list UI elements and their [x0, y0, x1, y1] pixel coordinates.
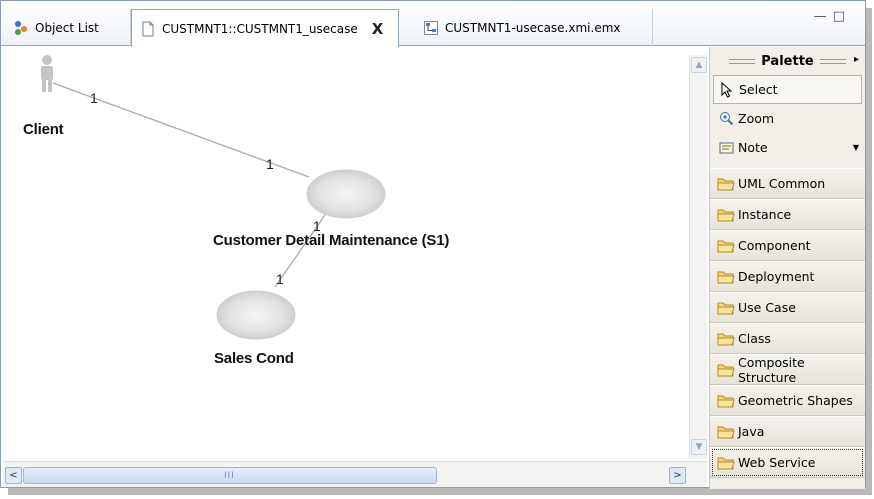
palette-grip-left [729, 58, 756, 64]
usecase-customer-detail-ellipse [306, 169, 386, 219]
palette-drawer-deployment[interactable]: Deployment [710, 261, 865, 292]
scroll-down-icon[interactable]: ▼ [691, 439, 707, 455]
tab-custmnt1-usecase[interactable]: CUSTMNT1::CUSTMNT1_usecase X [131, 9, 399, 47]
tab-label: Object List [35, 20, 99, 35]
scroll-up-icon[interactable]: ▲ [691, 57, 707, 73]
vertical-scrollbar[interactable]: ▲ ▼ [689, 55, 707, 459]
tab-usecase-xmi[interactable]: CUSTMNT1-usecase.xmi.emx [413, 9, 653, 46]
palette-title: Palette [761, 53, 814, 69]
folder-icon [717, 177, 735, 191]
scroll-grip: III [224, 471, 235, 481]
usecase-customer-detail-label: Customer Detail Maintenance (S1) [213, 232, 450, 249]
folder-icon [717, 456, 735, 470]
horizontal-scrollbar[interactable]: < III > [3, 461, 707, 487]
folder-icon [717, 301, 735, 315]
palette-drawer-geometric-shapes[interactable]: Geometric Shapes [710, 385, 865, 416]
object-list-icon [13, 20, 29, 36]
palette-header[interactable]: Palette ▸ [710, 47, 865, 75]
palette-drawer-composite-structure[interactable]: Composite Structure [710, 354, 865, 385]
usecase-sales-cond-label: Sales Cond [214, 350, 294, 367]
chevron-down-icon[interactable]: ▼ [853, 143, 859, 152]
folder-icon [717, 332, 735, 346]
close-tab-icon[interactable]: X [372, 20, 384, 38]
multiplicity-label: 1 [313, 218, 321, 234]
tool-label: Select [739, 82, 778, 97]
palette-drawer-component[interactable]: Component [710, 230, 865, 261]
arrow-cursor-icon [719, 81, 735, 98]
diagram-canvas[interactable]: Client Customer Detail Maintenance (S1) … [3, 47, 689, 459]
palette: Palette ▸ Select Zoom Note ▼ UML Common … [709, 47, 865, 489]
scroll-left-icon[interactable]: < [5, 467, 22, 484]
drawer-label: Use Case [738, 300, 796, 315]
palette-drawer-uml-common[interactable]: UML Common [710, 168, 865, 199]
actor-client-label: Client [23, 121, 64, 138]
drawer-label: UML Common [738, 176, 826, 191]
model-file-icon [423, 20, 439, 36]
palette-drawer-use-case[interactable]: Use Case [710, 292, 865, 323]
diagram-drawing [41, 55, 386, 340]
note-icon [718, 140, 734, 156]
window-controls: —□ [814, 9, 851, 24]
palette-drawer-java[interactable]: Java [710, 416, 865, 447]
multiplicity-label: 1 [276, 271, 284, 287]
diagram-file-icon [140, 21, 156, 37]
drawer-label: Component [738, 238, 811, 253]
scroll-right-icon[interactable]: > [669, 467, 686, 484]
maximize-icon[interactable]: □ [833, 9, 851, 24]
palette-drawer-class[interactable]: Class [710, 323, 865, 354]
drawer-label: Instance [738, 207, 792, 222]
editor-frame: Object List CUSTMNT1::CUSTMNT1_usecase X [0, 0, 866, 489]
folder-icon [717, 239, 735, 253]
usecase-sales-cond-ellipse [216, 290, 296, 340]
minimize-icon[interactable]: — [814, 9, 833, 24]
folder-icon [717, 363, 735, 377]
folder-icon [717, 270, 735, 284]
folder-icon [717, 208, 735, 222]
tab-label: CUSTMNT1::CUSTMNT1_usecase [162, 21, 358, 36]
palette-tool-select[interactable]: Select [713, 75, 862, 104]
drawer-label: Composite Structure [738, 354, 805, 385]
tool-label: Zoom [738, 111, 775, 126]
tab-bar: Object List CUSTMNT1::CUSTMNT1_usecase X [1, 1, 865, 47]
palette-grip-right [819, 58, 846, 64]
zoom-icon [718, 111, 734, 127]
drawer-label: Deployment [738, 269, 815, 284]
palette-drawer-web-service[interactable]: Web Service [710, 447, 865, 478]
folder-icon [717, 394, 735, 408]
palette-tool-zoom[interactable]: Zoom [710, 104, 865, 133]
drawer-label: Geometric Shapes [738, 393, 853, 408]
palette-tool-note[interactable]: Note ▼ [710, 133, 865, 162]
palette-drawer-instance[interactable]: Instance [710, 199, 865, 230]
drawer-label: Web Service [738, 455, 816, 470]
folder-icon [717, 425, 735, 439]
multiplicity-label: 1 [90, 90, 98, 106]
actor-client-icon [41, 55, 53, 92]
drawer-label: Java [738, 424, 765, 439]
frame-shadow-right [866, 8, 872, 494]
tool-label: Note [738, 140, 768, 155]
drawer-label: Class [738, 331, 771, 346]
multiplicity-label: 1 [266, 156, 274, 172]
tab-object-list[interactable]: Object List [7, 9, 131, 46]
palette-expand-icon[interactable]: ▸ [854, 54, 859, 65]
horizontal-scroll-thumb[interactable]: III [23, 467, 437, 484]
tab-label: CUSTMNT1-usecase.xmi.emx [445, 20, 621, 35]
frame-shadow-bottom [8, 488, 872, 495]
